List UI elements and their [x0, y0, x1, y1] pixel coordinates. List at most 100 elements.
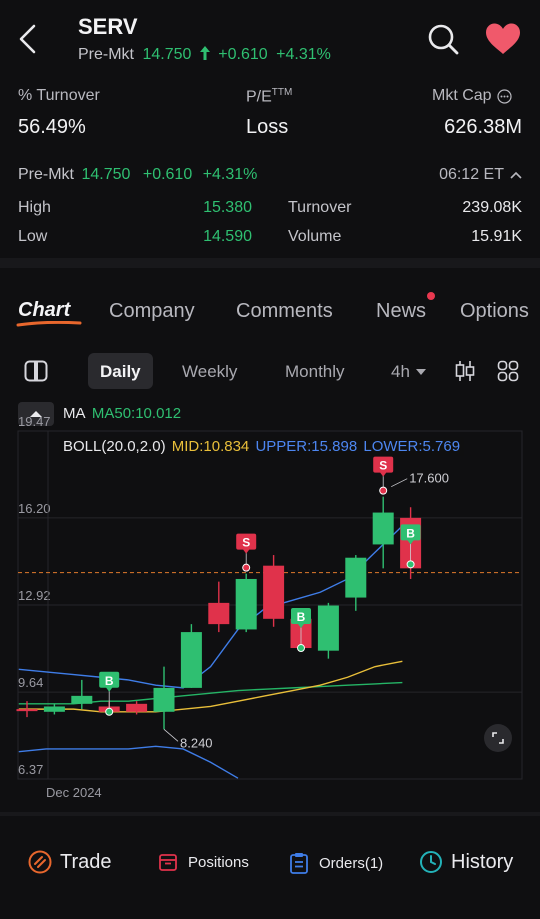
interval-dropdown[interactable]: 4h [391, 362, 426, 382]
low-annotation: 8.240 [180, 735, 213, 750]
signal-dot [105, 707, 114, 716]
orders-label: Orders(1) [319, 854, 384, 872]
low-annotation-line [163, 729, 179, 742]
signal-dot [242, 563, 251, 572]
premarket-row: Pre-Mkt 14.750 +0.610 +4.31% [18, 166, 257, 184]
period-daily[interactable]: Daily [100, 362, 141, 382]
candle-body [345, 557, 367, 598]
search-icon[interactable] [426, 22, 460, 56]
grid-layout-icon[interactable] [497, 360, 519, 382]
premkt-price: 14.750 [81, 166, 131, 183]
y-tick-label: 16.20 [18, 501, 51, 516]
positions-icon [159, 854, 177, 871]
y-tick-label: 6.37 [18, 762, 43, 777]
news-unread-dot [427, 292, 435, 300]
y-tick-label: 9.64 [18, 675, 43, 690]
high-label: High [18, 199, 51, 216]
period-weekly[interactable]: Weekly [182, 362, 237, 382]
positions-label: Positions [188, 853, 249, 871]
header-premkt-price: 14.750 [142, 46, 192, 63]
turnover-pct-label: % Turnover [18, 87, 100, 104]
favorite-heart-icon[interactable] [484, 22, 522, 56]
boll-label: BOLL(20.0,2.0) [63, 438, 166, 455]
section-divider [0, 258, 540, 268]
boll-legend: BOLL(20.0,2.0) MID:10.834 UPPER:15.898 L… [59, 437, 465, 456]
header-premarket-quote: Pre-Mkt 14.750 +0.610 +4.31% [78, 46, 335, 64]
tab-company[interactable]: Company [109, 300, 195, 323]
signal-label: S [242, 536, 250, 550]
header-premkt-label: Pre-Mkt [78, 46, 134, 63]
candle-body [372, 512, 394, 545]
tab-chart-underline [16, 321, 82, 327]
candle-body [153, 687, 175, 712]
turnover-pct-value: 56.49% [18, 116, 86, 138]
tab-comments[interactable]: Comments [236, 300, 333, 323]
candle-body [180, 632, 202, 688]
boll-upper-value: UPPER:15.898 [255, 438, 358, 455]
pe-value: Loss [246, 116, 289, 138]
high-value: 15.380 [203, 199, 252, 216]
y-tick-label: 19.47 [18, 414, 51, 429]
pe-label: P/ETTM [246, 87, 292, 106]
up-arrow-icon [199, 46, 210, 60]
high-annotation: 17.600 [409, 471, 449, 486]
tab-news[interactable]: News [376, 300, 426, 323]
back-arrow-icon[interactable] [14, 22, 44, 56]
volume-value: 15.91K [471, 228, 522, 245]
candle-body [317, 605, 339, 651]
candle-body [235, 578, 257, 630]
signal-dot [297, 644, 305, 653]
chevron-up-icon [510, 171, 522, 179]
header-premkt-change: +0.610 [218, 46, 268, 63]
boll-lower-line [18, 745, 239, 779]
candle-body [263, 565, 285, 619]
mkt-cap-label-text: Mkt Cap [432, 87, 492, 104]
trade-button[interactable]: Trade [28, 850, 112, 874]
interval-value: 4h [391, 362, 410, 381]
candle-body [43, 706, 65, 712]
header-premkt-pct: +4.31% [276, 46, 331, 63]
signal-label: S [379, 459, 387, 473]
tab-chart[interactable]: Chart [18, 299, 70, 322]
candlesticks [16, 496, 422, 730]
indicator-lines [18, 525, 522, 779]
turnover-value: 239.08K [462, 199, 522, 216]
candle-body [126, 703, 148, 712]
high-annotation-line [391, 478, 408, 488]
trade-label: Trade [60, 850, 112, 873]
y-tick-label: 12.92 [18, 588, 51, 603]
signal-label: B [297, 610, 306, 624]
candle-body [16, 709, 38, 712]
signal-dot [379, 486, 388, 495]
positions-button[interactable]: Positions [158, 852, 249, 872]
expand-icon [492, 732, 504, 744]
sidebar-toggle-icon[interactable] [24, 360, 48, 382]
candle-body [208, 602, 230, 625]
ticker-symbol: SERV [78, 14, 138, 39]
turnover-label: Turnover [288, 199, 352, 216]
pe-label-sup: TTM [271, 87, 293, 98]
price-chart[interactable]: 19.47 16.20 12.92 9.64 6.37Dec 2024 B S B S B 17.… [0, 395, 540, 807]
boll-mid-value: MID:10.834 [171, 438, 250, 455]
caret-down-icon [415, 369, 426, 375]
signal-label: B [406, 526, 415, 540]
quote-time-text: 06:12 ET [439, 166, 504, 183]
orders-button[interactable]: Orders(1) [289, 852, 383, 874]
quote-time[interactable]: 06:12 ET [439, 166, 522, 184]
candle-body [71, 695, 93, 704]
period-monthly[interactable]: Monthly [285, 362, 345, 382]
boll-lower-value: LOWER:5.769 [363, 438, 461, 455]
tab-options[interactable]: Options [460, 300, 540, 323]
premkt-pct: +4.31% [202, 166, 258, 183]
history-button[interactable]: History [419, 850, 513, 874]
pe-label-text: P/E [246, 88, 272, 106]
low-label: Low [18, 228, 48, 245]
premkt-label: Pre-Mkt [18, 166, 74, 183]
more-info-icon[interactable] [496, 88, 512, 104]
candlestick-settings-icon[interactable] [454, 360, 476, 382]
x-axis-label: Dec 2024 [46, 785, 102, 800]
bottom-divider [0, 812, 540, 816]
trade-icon [28, 850, 52, 874]
history-label: History [451, 850, 514, 873]
fullscreen-button[interactable] [484, 724, 512, 752]
